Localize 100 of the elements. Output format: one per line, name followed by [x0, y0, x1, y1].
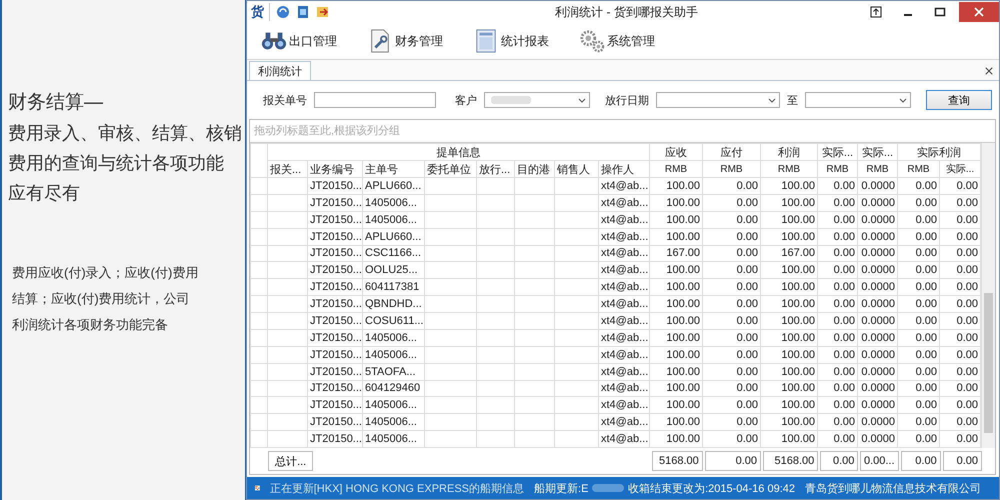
table-cell: 100.00 [781, 196, 815, 209]
table-cell: 100.00 [666, 399, 700, 412]
table-cell: 0.00 [956, 264, 978, 276]
maximize-icon[interactable] [933, 5, 947, 19]
table-cell: 0.00 [834, 196, 855, 209]
table-cell: 0.00 [736, 264, 758, 276]
column-header[interactable]: RMB [760, 160, 818, 178]
close-button[interactable] [959, 2, 999, 22]
toolbar-button[interactable]: 统计报表 [473, 29, 549, 53]
total-value: 0.00 [704, 451, 762, 471]
table-cell: 0.00 [736, 416, 758, 428]
column-header[interactable]: 放行... [476, 160, 514, 178]
table-cell: 0.00 [956, 298, 978, 310]
table-cell: xt4@ab... [601, 230, 648, 243]
table-cell: JT20150... [310, 332, 362, 344]
column-header[interactable]: 业务编号 [308, 160, 362, 178]
table-cell: 0.00 [916, 366, 937, 378]
table-cell: JT20150... [310, 298, 362, 310]
column-group-header: 应收 [650, 144, 702, 160]
column-header[interactable]: 操作人 [598, 160, 650, 178]
promo-detail-line: 费用应收(付)录入；应收(付)费用 [12, 264, 200, 282]
table-cell: OOLU25... [365, 264, 418, 276]
column-header[interactable]: 报关... [268, 160, 308, 178]
close-icon[interactable] [985, 67, 993, 75]
table-cell: JT20150... [310, 366, 362, 378]
toolbar-button[interactable]: 财务管理 [367, 29, 443, 53]
toolbar-button[interactable]: 出口管理 [261, 29, 337, 53]
table-cell: 100.00 [781, 382, 815, 394]
table-cell: 1405006... [365, 214, 417, 226]
table-cell: 100.00 [666, 314, 700, 327]
table-cell: JT20150... [310, 214, 362, 226]
table-cell: 0.00 [834, 332, 855, 344]
column-header[interactable]: RMB [818, 160, 858, 178]
table-cell: 0.00 [834, 214, 855, 226]
release-date-label: 放行日期 [605, 94, 649, 108]
table-cell: 0.00 [736, 382, 758, 394]
table-cell: 0.00 [736, 196, 758, 209]
table-cell: 0.0000 [861, 348, 895, 361]
column-header[interactable]: 目的港 [514, 160, 554, 178]
table-cell: xt4@ab... [601, 264, 648, 276]
customer-label: 客户 [455, 94, 477, 108]
table-cell: 0.00 [916, 214, 937, 226]
table-cell: JT20150... [310, 196, 362, 209]
column-header[interactable]: RMB [898, 160, 940, 178]
table-cell: 100.00 [666, 416, 700, 428]
tab[interactable]: 利润统计 [249, 61, 311, 80]
column-header[interactable]: RMB [702, 160, 760, 178]
table-cell: 0.00 [834, 348, 855, 361]
table-cell: 1405006... [365, 433, 417, 446]
table-cell: 1405006... [365, 196, 417, 209]
column-header[interactable]: 主单号 [362, 160, 424, 178]
table-cell: 0.0000 [861, 230, 895, 243]
table-cell: 0.00 [736, 332, 758, 344]
column-header[interactable]: 委托单位 [424, 160, 476, 178]
pin-icon[interactable] [869, 5, 883, 19]
table-cell: 0.00 [834, 416, 855, 428]
table-cell: 0.00 [916, 230, 937, 243]
table-cell: 0.00 [956, 281, 978, 294]
blurred-value [592, 484, 624, 492]
table-cell: APLU660... [365, 180, 422, 192]
table-cell: 0.00 [834, 180, 855, 192]
table-cell: 0.00 [956, 314, 978, 327]
column-header[interactable]: RMB [858, 160, 898, 178]
group-hint: 拖动列标题至此,根据该列分组 [250, 120, 995, 143]
table-cell: 0.00 [834, 366, 855, 378]
promo-detail-line: 利润统计各项财务功能完备 [12, 316, 169, 334]
table-cell: JT20150... [310, 247, 362, 260]
scrollbar[interactable] [981, 143, 995, 448]
table-cell: 100.00 [666, 196, 700, 209]
table-cell: 100.00 [781, 416, 815, 428]
query-button[interactable]: 查询 [926, 90, 992, 110]
column-header[interactable]: RMB [650, 160, 702, 178]
table-cell: 100.00 [666, 180, 700, 192]
table-cell: 100.00 [781, 214, 815, 226]
table-cell: 0.0000 [861, 416, 895, 428]
table-cell: xt4@ab... [601, 416, 648, 428]
customs-no-field[interactable] [314, 92, 436, 108]
exit-icon[interactable] [316, 5, 330, 19]
table-cell: 100.00 [781, 314, 815, 327]
table-cell: 100.00 [666, 298, 700, 310]
promo-description-line: 费用的查询与统计各项功能 [8, 152, 225, 175]
schedule-update: 船期更新:E [534, 482, 588, 496]
table-cell: 100.00 [781, 230, 815, 243]
table-cell: 100.00 [666, 382, 700, 394]
table-cell: 0.00 [956, 332, 978, 344]
column-group-header: 提单信息 [268, 144, 650, 160]
app-logo: 货 [251, 3, 270, 21]
table-cell: 0.00 [834, 230, 855, 243]
toolbar-button[interactable]: 系统管理 [579, 29, 655, 53]
column-header[interactable]: 销售人 [554, 160, 598, 178]
table-cell: 0.00 [956, 230, 978, 243]
table-cell: xt4@ab... [601, 180, 648, 192]
table-cell: 0.00 [916, 180, 937, 192]
totals-button[interactable]: 总计... [268, 451, 314, 471]
promo-heading: 财务结算— [8, 91, 104, 115]
table-cell: 0.0000 [861, 196, 895, 209]
table-cell: 0.00 [956, 366, 978, 378]
table-cell: xt4@ab... [601, 247, 648, 260]
table-cell: xt4@ab... [601, 366, 648, 378]
table-cell: JT20150... [310, 180, 362, 192]
